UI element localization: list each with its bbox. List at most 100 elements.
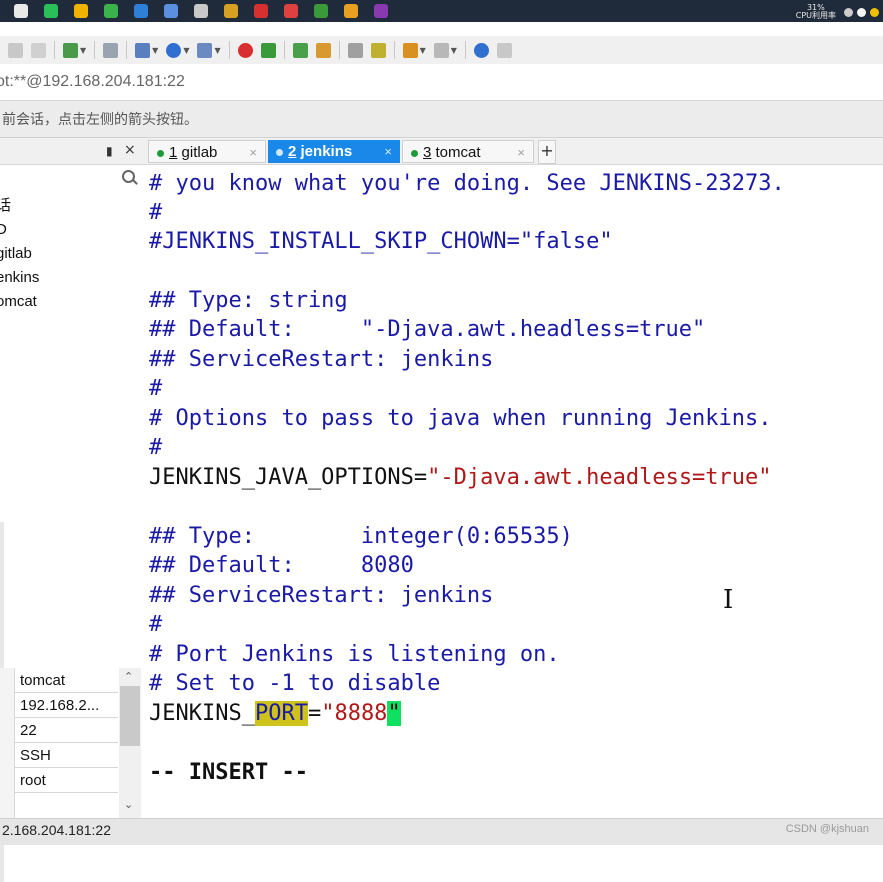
highlight-button[interactable] bbox=[370, 42, 386, 58]
lock-button[interactable] bbox=[315, 42, 331, 58]
connected-dot-icon bbox=[276, 148, 283, 156]
xmanager-icon bbox=[260, 42, 276, 58]
gear-icon bbox=[63, 42, 78, 58]
xshell-icon[interactable] bbox=[314, 4, 328, 18]
close-icon[interactable]: × bbox=[249, 141, 257, 164]
windows-taskbar: 31% CPU利用率 bbox=[0, 0, 883, 22]
address-bar[interactable]: ot:**@192.168.204.181:22 bbox=[0, 64, 883, 101]
keyboard-button[interactable] bbox=[347, 42, 363, 58]
reconnect-button[interactable] bbox=[8, 42, 23, 58]
property-name: tomcat bbox=[14, 668, 118, 693]
vs-icon[interactable] bbox=[254, 4, 268, 18]
tab-tomcat[interactable]: 3 tomcat × bbox=[402, 140, 534, 163]
close-icon[interactable]: × bbox=[517, 141, 525, 164]
help-icon bbox=[473, 42, 489, 58]
address-text: ot:**@192.168.204.181:22 bbox=[0, 73, 185, 90]
vim-mode-indicator: -- INSERT -- bbox=[149, 760, 308, 785]
browser-icon[interactable] bbox=[104, 4, 118, 18]
globe-icon bbox=[166, 42, 182, 58]
watermark: CSDN @kjshuan bbox=[785, 823, 869, 835]
font-button[interactable]: ▼ bbox=[197, 42, 221, 58]
chevron-up-icon[interactable] bbox=[844, 8, 853, 17]
terminal-icon[interactable] bbox=[374, 4, 388, 18]
terminal-line: # bbox=[149, 435, 163, 460]
store-icon[interactable] bbox=[134, 4, 148, 18]
settings-button[interactable]: ▼ bbox=[63, 42, 86, 58]
terminal-area[interactable]: # you know what you're doing. See JENKIN… bbox=[145, 165, 883, 818]
toolbar-separator bbox=[228, 41, 230, 59]
tab-label: jenkins bbox=[300, 143, 353, 160]
terminal-line: # bbox=[149, 376, 163, 401]
toolbar-separator bbox=[54, 41, 55, 59]
scrollbar-thumb[interactable] bbox=[120, 686, 140, 746]
layout-button[interactable]: ▼ bbox=[135, 42, 158, 58]
session-tab-bar: 1 gitlab × 2 jenkins × 3 tomcat × + bbox=[145, 138, 883, 165]
terminal-line: ## ServiceRestart: jenkins bbox=[149, 583, 494, 608]
chrome-icon[interactable] bbox=[344, 4, 358, 18]
tab-jenkins[interactable]: 2 jenkins × bbox=[268, 140, 400, 163]
config-key: JENKINS_JAVA_OPTIONS= bbox=[149, 465, 428, 490]
chevron-down-icon: ▼ bbox=[183, 45, 190, 55]
pin-icon[interactable]: ▮ bbox=[106, 144, 113, 158]
tools-icon[interactable] bbox=[224, 4, 238, 18]
xftp-button[interactable] bbox=[237, 42, 253, 58]
terminal-line: # you know what you're doing. See JENKIN… bbox=[149, 171, 785, 196]
wechat-icon[interactable] bbox=[44, 4, 58, 18]
xmanager-button[interactable] bbox=[260, 42, 276, 58]
help-button[interactable] bbox=[473, 42, 489, 58]
transfer-icon bbox=[292, 42, 308, 58]
toolbar-separator bbox=[464, 41, 466, 59]
property-port: 22 bbox=[14, 718, 118, 743]
session-manager-panel: ▮ × 话 D gitlab enkins omcat tomcat 192.1… bbox=[0, 138, 146, 882]
terminal-line: # bbox=[149, 612, 163, 637]
search-icon[interactable] bbox=[122, 170, 135, 183]
session-tree: 话 D gitlab enkins omcat bbox=[0, 194, 39, 314]
session-tree-item[interactable]: D bbox=[0, 218, 39, 242]
globe-button[interactable]: ▼ bbox=[166, 42, 189, 58]
ibeam-cursor-icon: I bbox=[723, 585, 734, 615]
photos-icon[interactable] bbox=[164, 4, 178, 18]
chevron-down-icon[interactable]: ⌄ bbox=[124, 798, 133, 811]
session-tree-item-tomcat[interactable]: omcat bbox=[0, 290, 39, 314]
config-value: "8888 bbox=[321, 701, 388, 726]
chevron-up-icon[interactable]: ⌃ bbox=[124, 670, 133, 683]
terminal-line-java-options: JENKINS_JAVA_OPTIONS="-Djava.awt.headles… bbox=[149, 463, 772, 492]
xftp-icon bbox=[237, 42, 253, 58]
terminal-line: ## Default: "-Djava.awt.headless=true" bbox=[149, 317, 706, 342]
toolbar-separator bbox=[126, 41, 128, 59]
chat-button[interactable] bbox=[496, 42, 512, 58]
find-button[interactable] bbox=[103, 42, 119, 58]
config-value: "-Djava.awt.headless=true" bbox=[427, 465, 772, 490]
transfer-button[interactable] bbox=[292, 42, 308, 58]
toolbar-separator bbox=[338, 41, 340, 59]
property-host: 192.168.2... bbox=[14, 693, 118, 718]
cpu-label: CPU利用率 bbox=[795, 11, 836, 20]
close-icon[interactable]: × bbox=[124, 142, 136, 158]
session-tree-item-jenkins[interactable]: enkins bbox=[0, 266, 39, 290]
properties-scrollbar[interactable]: ⌃ ⌄ bbox=[119, 668, 141, 818]
add-tab-button[interactable]: + bbox=[538, 140, 556, 164]
session-tree-item[interactable]: 话 bbox=[0, 194, 39, 218]
windows-icon[interactable] bbox=[14, 4, 28, 18]
new-tab-button[interactable]: ▼ bbox=[402, 42, 426, 58]
security-icon[interactable] bbox=[870, 8, 879, 17]
terminal-line: # bbox=[149, 200, 163, 225]
terminal-line: # Set to -1 to disable bbox=[149, 671, 441, 696]
lock-icon bbox=[315, 42, 331, 58]
font-icon bbox=[197, 42, 213, 58]
folder-icon[interactable] bbox=[74, 4, 88, 18]
split-button[interactable]: ▼ bbox=[433, 42, 457, 58]
brush-icon[interactable] bbox=[194, 4, 208, 18]
chevron-down-icon: ▼ bbox=[419, 45, 426, 55]
game-icon[interactable] bbox=[284, 4, 298, 18]
session-tree-item-gitlab[interactable]: gitlab bbox=[0, 242, 39, 266]
mic-icon[interactable] bbox=[857, 8, 866, 17]
tab-gitlab[interactable]: 1 gitlab × bbox=[148, 140, 266, 163]
disconnect-button[interactable] bbox=[31, 42, 46, 58]
chevron-down-icon: ▼ bbox=[80, 45, 87, 55]
system-tray: 31% CPU利用率 bbox=[796, 0, 883, 22]
toolbar-separator bbox=[94, 41, 96, 59]
chevron-down-icon: ▼ bbox=[214, 45, 221, 55]
text-cursor: " bbox=[387, 701, 401, 726]
close-icon[interactable]: × bbox=[384, 140, 392, 163]
